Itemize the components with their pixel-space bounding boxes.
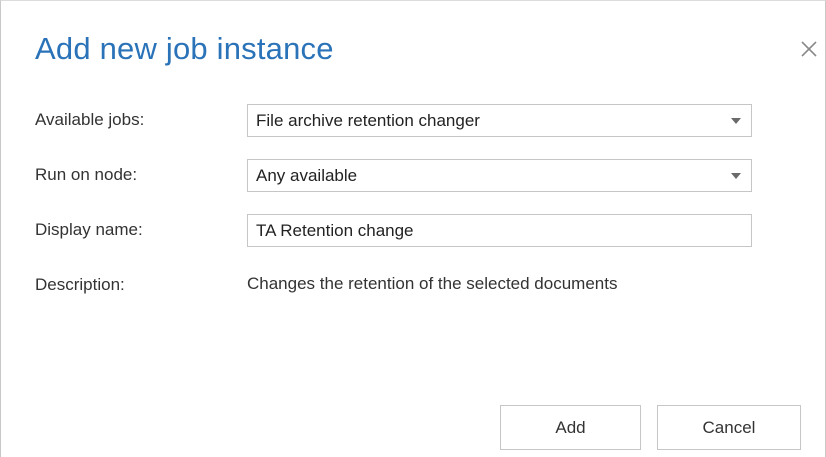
display-name-label: Display name:: [35, 220, 143, 239]
dialog-title: Add new job instance: [35, 31, 334, 66]
description-text: Changes the retention of the selected do…: [247, 274, 618, 293]
add-job-dialog: Add new job instance Available jobs: Fil…: [0, 0, 826, 457]
close-button[interactable]: [797, 37, 821, 61]
add-button[interactable]: Add: [500, 405, 641, 450]
cancel-button[interactable]: Cancel: [657, 405, 801, 450]
chevron-down-icon: [731, 173, 741, 179]
close-icon: [801, 41, 817, 57]
run-on-node-label: Run on node:: [35, 165, 138, 184]
run-on-node-value: Any available: [256, 166, 358, 185]
description-label: Description:: [35, 275, 125, 294]
available-jobs-select[interactable]: File archive retention changer: [247, 104, 752, 137]
available-jobs-value: File archive retention changer: [256, 111, 480, 130]
run-on-node-select[interactable]: Any available: [247, 159, 752, 192]
chevron-down-icon: [731, 118, 741, 124]
display-name-value: TA Retention change: [256, 221, 414, 240]
available-jobs-label: Available jobs:: [35, 110, 145, 129]
display-name-input[interactable]: TA Retention change: [247, 214, 752, 247]
